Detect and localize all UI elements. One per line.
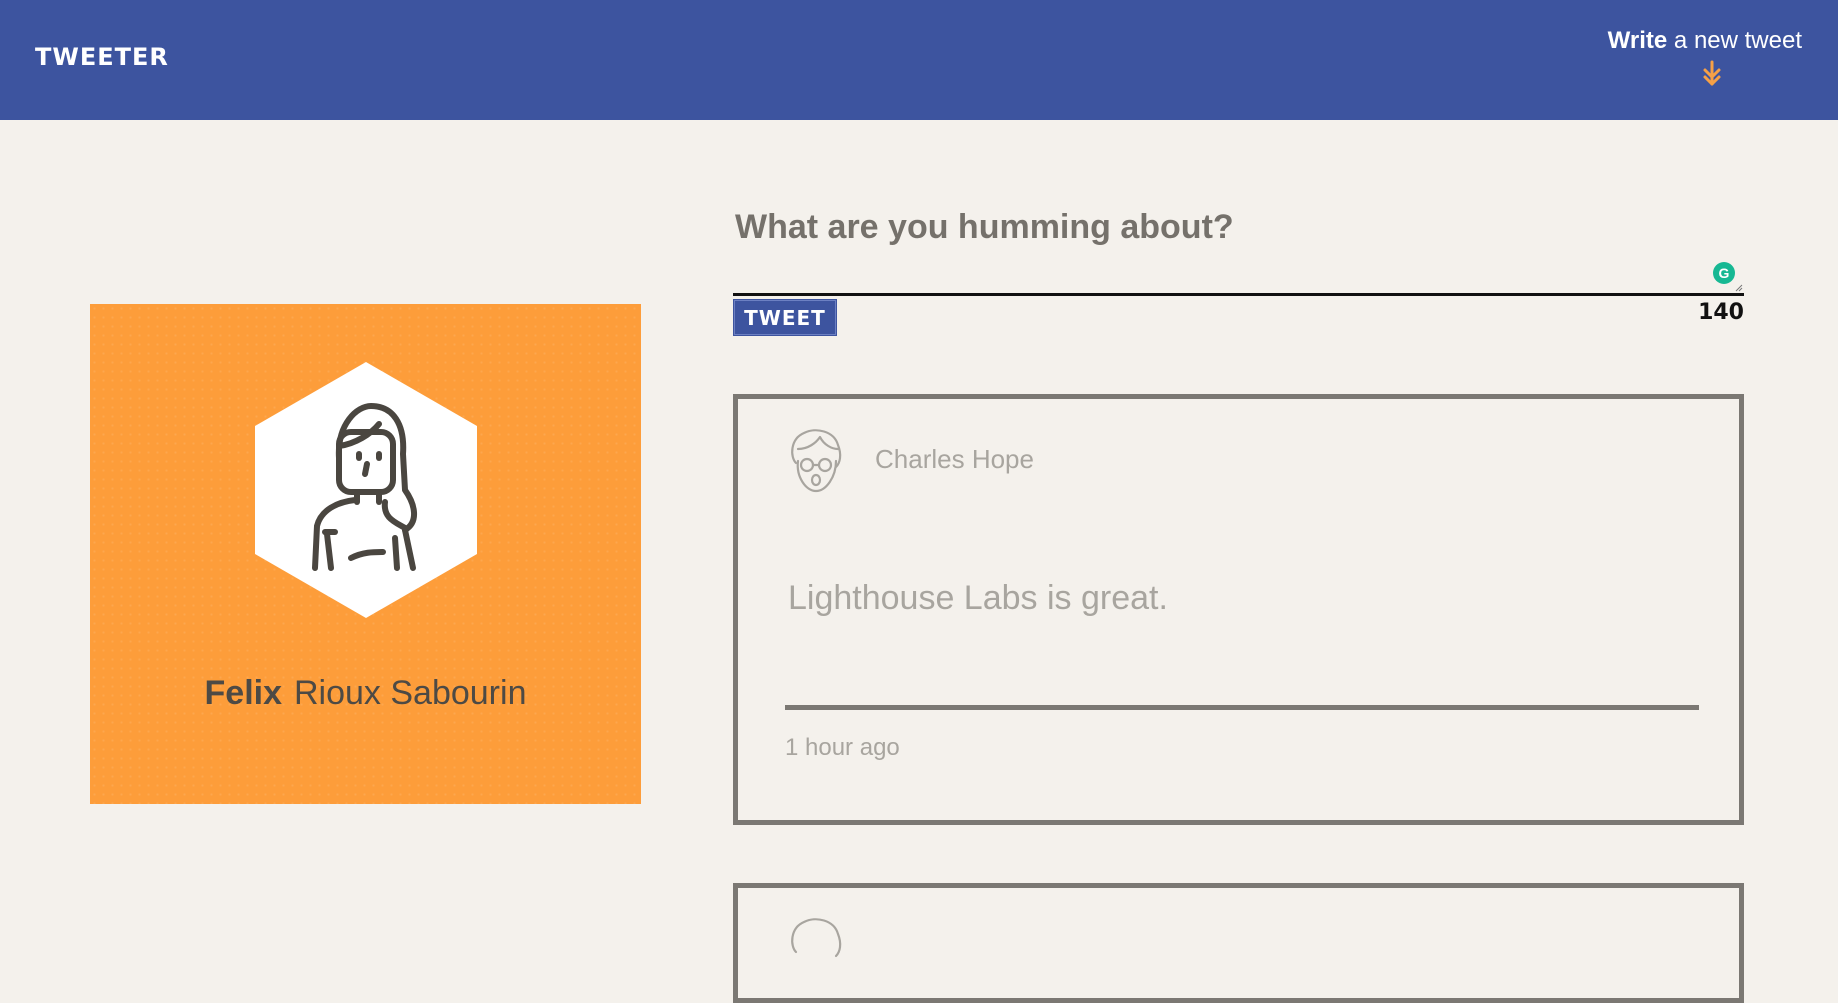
avatar-icon: [791, 918, 842, 958]
profile-last-name: Rioux Sabourin: [294, 674, 527, 712]
top-nav: TWEETER Write a new tweet: [0, 0, 1838, 120]
tweet-timestamp: 1 hour ago: [785, 734, 900, 761]
woman-avatar-icon: [255, 362, 477, 618]
compose-label-rest: a new tweet: [1673, 27, 1802, 54]
tweet-text-input[interactable]: [733, 265, 1744, 296]
profile-card: Felix Rioux Sabourin: [90, 304, 641, 804]
tweet-submit-button[interactable]: TWEET: [733, 299, 837, 336]
tweet-content: Lighthouse Labs is great.: [788, 579, 1168, 617]
resize-handle-icon[interactable]: [1735, 284, 1743, 292]
grammarly-icon[interactable]: G: [1713, 262, 1735, 284]
tweet-card: [733, 883, 1744, 1003]
character-counter: 140: [1698, 300, 1744, 325]
tweet-author-name[interactable]: Charles Hope: [875, 444, 1034, 475]
man-with-glasses-avatar-icon: [791, 429, 842, 493]
double-arrow-down-icon[interactable]: [1702, 60, 1722, 88]
composer-title: What are you humming about?: [735, 208, 1234, 246]
brand-logo[interactable]: TWEETER: [35, 43, 169, 71]
tweet-divider: [785, 705, 1699, 710]
tweet-card: Charles Hope Lighthouse Labs is great. 1…: [733, 394, 1744, 825]
profile-name: Felix Rioux Sabourin: [90, 674, 641, 713]
compose-label-bold: Write: [1607, 27, 1668, 54]
write-new-tweet-link[interactable]: Write a new tweet: [1582, 27, 1802, 55]
profile-first-name: Felix: [204, 674, 282, 712]
